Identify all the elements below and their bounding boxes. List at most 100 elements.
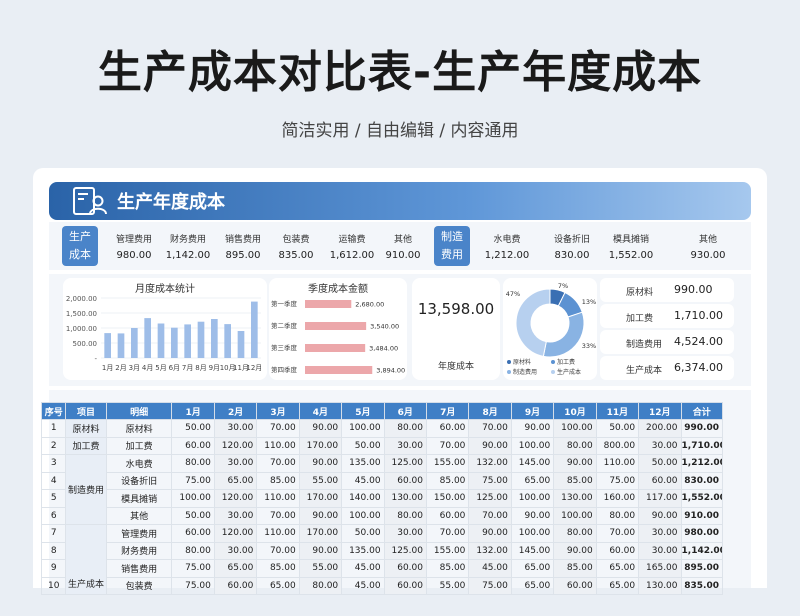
value-cell: 110.00 <box>256 524 300 543</box>
summary-row: 原材料 990.00 <box>600 278 734 302</box>
total-cell: 910.00 <box>680 506 724 525</box>
column-header: 12月 <box>638 402 682 420</box>
value-cell: 80.00 <box>171 454 215 473</box>
y-tick-label: 2,000.00 <box>66 295 97 303</box>
value-cell: 100.00 <box>553 419 597 438</box>
kpi-value: 835.00 <box>278 250 314 261</box>
value-cell: 70.00 <box>425 436 470 455</box>
value-cell: 100.00 <box>171 489 215 508</box>
value-cell: 85.00 <box>553 471 597 490</box>
value-cell: 135.00 <box>341 541 385 560</box>
total-cell: 1,212.00 <box>680 454 724 473</box>
row-number: 7 <box>40 524 67 543</box>
detail-cell: 模具摊销 <box>105 489 173 508</box>
value-cell: 65.00 <box>595 576 640 595</box>
value-cell: 132.00 <box>468 541 512 560</box>
value-cell: 75.00 <box>468 576 512 595</box>
donut-slice <box>542 311 585 358</box>
value-cell: 117.00 <box>638 489 682 508</box>
value-cell: 60.00 <box>553 576 597 595</box>
project-cell: 加工费 <box>65 436 107 455</box>
table-header: 序号 项目 明细 1月 2月 3月 4月 5月 6月 7月 8月 9月 10月 11月 12月 合计 <box>40 402 724 420</box>
value-cell: 60.00 <box>383 576 427 595</box>
value-cell: 90.00 <box>553 541 597 560</box>
x-tick-label: 9月 <box>209 364 220 372</box>
kpi-label: 设备折旧 <box>553 235 590 245</box>
quarterly-bar-chart: 第一季度 2,680.00 第二季度 3,540.00 第三季度 3,484.00 第四季度… <box>271 299 405 375</box>
donut-slice <box>515 288 551 357</box>
value-cell: 65.00 <box>510 576 555 595</box>
kpi-label: 财务费用 <box>169 235 206 245</box>
data-label: 2,680.00 <box>355 301 384 309</box>
value-cell: 130.00 <box>553 489 597 508</box>
detail-cell: 财务费用 <box>105 541 173 560</box>
value-cell: 90.00 <box>298 419 343 438</box>
value-cell: 30.00 <box>213 541 258 560</box>
legend-label: 加工费 <box>557 358 575 366</box>
value-cell: 80.00 <box>553 436 597 455</box>
value-cell: 170.00 <box>298 524 343 543</box>
detail-cell: 其他 <box>105 506 173 525</box>
data-label: 3,540.00 <box>370 323 399 331</box>
value-cell: 30.00 <box>638 436 682 455</box>
column-header: 3月 <box>256 402 300 420</box>
value-cell: 110.00 <box>595 454 640 473</box>
annual-total-value: 13,598.00 <box>417 300 495 318</box>
value-cell: 130.00 <box>383 489 427 508</box>
value-cell: 65.00 <box>510 559 555 578</box>
value-cell: 100.00 <box>510 524 555 543</box>
row-number: 3 <box>40 454 67 473</box>
x-tick-label: 3月 <box>129 364 140 372</box>
value-cell: 65.00 <box>256 576 300 595</box>
bar <box>117 333 125 358</box>
value-cell: 90.00 <box>553 454 597 473</box>
value-cell: 70.00 <box>468 506 512 525</box>
slice-label: 13% <box>582 298 596 306</box>
summary-value: 1,710.00 <box>674 309 723 322</box>
summary-label: 生产成本 <box>626 366 663 376</box>
value-cell: 45.00 <box>341 471 385 490</box>
value-cell: 80.00 <box>298 576 343 595</box>
bar <box>305 366 373 374</box>
table-row: 2 加工费 加工费 60.00 120.00 110.00 170.00 50.00 30.00… <box>40 436 724 455</box>
value-cell: 120.00 <box>213 436 258 455</box>
column-header: 4月 <box>298 402 343 420</box>
column-header: 项目 <box>65 402 107 420</box>
bar <box>197 321 205 358</box>
summary-label: 加工费 <box>626 314 654 324</box>
pie-chart-card: 7% 13% 33% 47% 原材料 加工费 制造费用 生产成本 <box>503 278 597 380</box>
category-label: 第二季度 <box>271 321 298 330</box>
value-cell: 100.00 <box>510 436 555 455</box>
value-cell: 120.00 <box>213 489 258 508</box>
x-tick-label: 5月 <box>155 364 166 372</box>
kpi-tag-manufacturing: 制造 费用 <box>434 226 470 266</box>
data-label: 3,894.00 <box>376 367 405 375</box>
value-cell: 200.00 <box>638 419 682 438</box>
value-cell: 75.00 <box>171 576 215 595</box>
detail-cell: 管理费用 <box>105 524 173 543</box>
x-tick-label: 4月 <box>142 364 153 372</box>
x-tick-label: 1月 <box>102 364 113 372</box>
kpi-value: 830.00 <box>554 250 590 261</box>
value-cell: 135.00 <box>341 454 385 473</box>
value-cell: 150.00 <box>425 489 470 508</box>
bar <box>237 331 245 358</box>
column-header: 6月 <box>383 402 427 420</box>
table-row: 10 包装费 75.00 60.00 65.00 80.00 45.00 60.00 55.00… <box>40 576 724 595</box>
row-number: 6 <box>40 506 67 525</box>
value-cell: 55.00 <box>298 471 343 490</box>
total-cell: 1,552.00 <box>680 489 724 508</box>
summary-row: 制造费用 4,524.00 <box>600 330 734 354</box>
value-cell: 30.00 <box>383 524 427 543</box>
value-cell: 50.00 <box>171 419 215 438</box>
table-row: 8 财务费用 80.00 30.00 70.00 90.00 135.00 125.00 155… <box>40 541 724 560</box>
value-cell: 110.00 <box>256 436 300 455</box>
summary-value: 990.00 <box>674 283 713 296</box>
value-cell: 160.00 <box>595 489 640 508</box>
value-cell: 170.00 <box>298 489 343 508</box>
value-cell: 30.00 <box>213 419 258 438</box>
y-tick-label: - <box>94 355 97 363</box>
bar <box>305 344 366 352</box>
row-number: 4 <box>40 471 67 490</box>
row-number: 9 <box>40 559 67 578</box>
